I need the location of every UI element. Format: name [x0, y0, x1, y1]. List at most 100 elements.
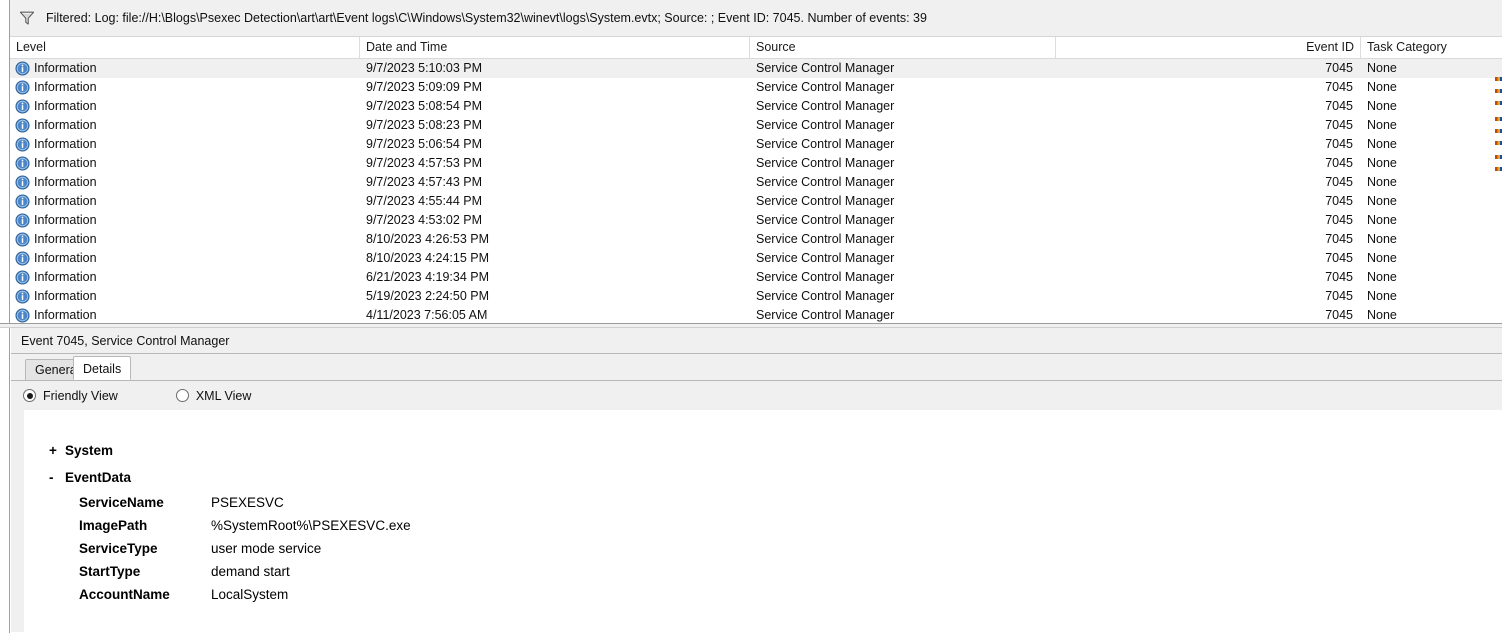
cell-source: Service Control Manager: [750, 173, 1056, 192]
funnel-filter-icon: [16, 7, 38, 29]
cell-event-id: 7045: [1056, 116, 1361, 135]
table-row[interactable]: Information9/7/2023 5:10:03 PMService Co…: [10, 59, 1502, 78]
cell-task-category: None: [1361, 211, 1501, 230]
filter-bar-left-gutter: [0, 0, 10, 37]
cell-level: Information: [10, 306, 360, 323]
cell-event-id: 7045: [1056, 59, 1361, 78]
radio-xml-view[interactable]: XML View: [176, 389, 252, 403]
radio-friendly-view-indicator[interactable]: [23, 389, 36, 402]
eventdata-field-name: ImagePath: [79, 518, 211, 533]
detail-pane-title: Event 7045, Service Control Manager: [11, 328, 1502, 354]
table-row[interactable]: Information5/19/2023 2:24:50 PMService C…: [10, 287, 1502, 306]
eventdata-field-list: ServiceNamePSEXESVCImagePath%SystemRoot%…: [49, 495, 1449, 610]
information-icon: [15, 61, 30, 76]
eventdata-field-row: StartTypedemand start: [79, 564, 1449, 587]
eventdata-field-name: StartType: [79, 564, 211, 579]
table-row[interactable]: Information9/7/2023 5:08:54 PMService Co…: [10, 97, 1502, 116]
table-row[interactable]: Information9/7/2023 5:08:23 PMService Co…: [10, 116, 1502, 135]
eventdata-field-value: user mode service: [211, 541, 321, 556]
cell-task-category: None: [1361, 116, 1501, 135]
cell-date-and-time: 9/7/2023 5:08:23 PM: [360, 116, 750, 135]
cell-date-and-time: 6/21/2023 4:19:34 PM: [360, 268, 750, 287]
table-row[interactable]: Information4/11/2023 7:56:05 AMService C…: [10, 306, 1502, 323]
cell-level-label: Information: [34, 154, 97, 173]
radio-friendly-view[interactable]: Friendly View: [23, 389, 118, 403]
detail-tab-strip: General Details: [11, 354, 1502, 381]
information-icon: [15, 213, 30, 228]
eventdata-field-row: ImagePath%SystemRoot%\PSEXESVC.exe: [79, 518, 1449, 541]
cell-level: Information: [10, 135, 360, 154]
cell-event-id: 7045: [1056, 154, 1361, 173]
column-header-event-id[interactable]: Event ID: [1056, 37, 1361, 58]
cell-level-label: Information: [34, 192, 97, 211]
tree-node-system[interactable]: + System: [49, 443, 1449, 466]
expand-system-icon[interactable]: +: [49, 443, 65, 458]
cell-date-and-time: 9/7/2023 5:10:03 PM: [360, 59, 750, 78]
information-icon: [15, 232, 30, 247]
table-row[interactable]: Information9/7/2023 4:55:44 PMService Co…: [10, 192, 1502, 211]
cell-level-label: Information: [34, 287, 97, 306]
column-header-source[interactable]: Source: [750, 37, 1056, 58]
event-xml-tree: + System - EventData ServiceNamePSEXESVC…: [49, 443, 1449, 610]
cell-level-label: Information: [34, 173, 97, 192]
information-icon: [15, 308, 30, 323]
table-row[interactable]: Information8/10/2023 4:24:15 PMService C…: [10, 249, 1502, 268]
cell-source: Service Control Manager: [750, 97, 1056, 116]
information-icon: [15, 118, 30, 133]
cell-level-label: Information: [34, 306, 97, 323]
cell-level: Information: [10, 154, 360, 173]
cell-level-label: Information: [34, 78, 97, 97]
information-icon: [15, 289, 30, 304]
tree-node-eventdata[interactable]: - EventData: [49, 470, 1449, 493]
table-row[interactable]: Information9/7/2023 4:57:43 PMService Co…: [10, 173, 1502, 192]
event-list-rows: Information9/7/2023 5:10:03 PMService Co…: [10, 59, 1502, 323]
filter-description-text: Filtered: Log: file://H:\Blogs\Psexec De…: [46, 11, 927, 25]
detail-content-area: + System - EventData ServiceNamePSEXESVC…: [11, 410, 1502, 633]
cell-task-category: None: [1361, 230, 1501, 249]
cell-level-label: Information: [34, 211, 97, 230]
column-header-date-and-time[interactable]: Date and Time: [360, 37, 750, 58]
table-row[interactable]: Information9/7/2023 5:09:09 PMService Co…: [10, 78, 1502, 97]
column-header-task-category[interactable]: Task Category: [1361, 37, 1501, 58]
cell-level-label: Information: [34, 135, 97, 154]
event-detail-pane: Event 7045, Service Control Manager Gene…: [0, 328, 1502, 633]
cell-source: Service Control Manager: [750, 230, 1056, 249]
eventdata-field-name: ServiceName: [79, 495, 211, 510]
eventdata-field-value: %SystemRoot%\PSEXESVC.exe: [211, 518, 411, 533]
eventdata-field-row: ServiceNamePSEXESVC: [79, 495, 1449, 518]
table-row[interactable]: Information8/10/2023 4:26:53 PMService C…: [10, 230, 1502, 249]
cell-event-id: 7045: [1056, 173, 1361, 192]
detail-pane-left-gutter: [0, 328, 10, 633]
filter-status-bar: Filtered: Log: file://H:\Blogs\Psexec De…: [0, 0, 1502, 37]
eventdata-field-value: PSEXESVC: [211, 495, 284, 510]
radio-friendly-view-label: Friendly View: [43, 389, 118, 403]
column-header-level[interactable]: Level: [10, 37, 360, 58]
cell-level: Information: [10, 173, 360, 192]
collapse-eventdata-icon[interactable]: -: [49, 470, 65, 485]
cell-task-category: None: [1361, 173, 1501, 192]
cell-date-and-time: 5/19/2023 2:24:50 PM: [360, 287, 750, 306]
cell-event-id: 7045: [1056, 230, 1361, 249]
cell-date-and-time: 9/7/2023 5:08:54 PM: [360, 97, 750, 116]
tab-details[interactable]: Details: [73, 356, 131, 380]
table-row[interactable]: Information6/21/2023 4:19:34 PMService C…: [10, 268, 1502, 287]
event-list-left-gutter: [0, 37, 10, 323]
cell-task-category: None: [1361, 192, 1501, 211]
table-row[interactable]: Information9/7/2023 4:57:53 PMService Co…: [10, 154, 1502, 173]
radio-xml-view-indicator[interactable]: [176, 389, 189, 402]
cell-event-id: 7045: [1056, 268, 1361, 287]
cell-task-category: None: [1361, 78, 1501, 97]
eventdata-field-value: LocalSystem: [211, 587, 288, 602]
cell-source: Service Control Manager: [750, 154, 1056, 173]
cell-date-and-time: 9/7/2023 5:06:54 PM: [360, 135, 750, 154]
table-row[interactable]: Information9/7/2023 4:53:02 PMService Co…: [10, 211, 1502, 230]
cell-date-and-time: 4/11/2023 7:56:05 AM: [360, 306, 750, 323]
information-icon: [15, 99, 30, 114]
cell-event-id: 7045: [1056, 78, 1361, 97]
information-icon: [15, 156, 30, 171]
cell-level: Information: [10, 211, 360, 230]
cell-level-label: Information: [34, 59, 97, 78]
cell-event-id: 7045: [1056, 211, 1361, 230]
table-row[interactable]: Information9/7/2023 5:06:54 PMService Co…: [10, 135, 1502, 154]
eventdata-field-name: ServiceType: [79, 541, 211, 556]
